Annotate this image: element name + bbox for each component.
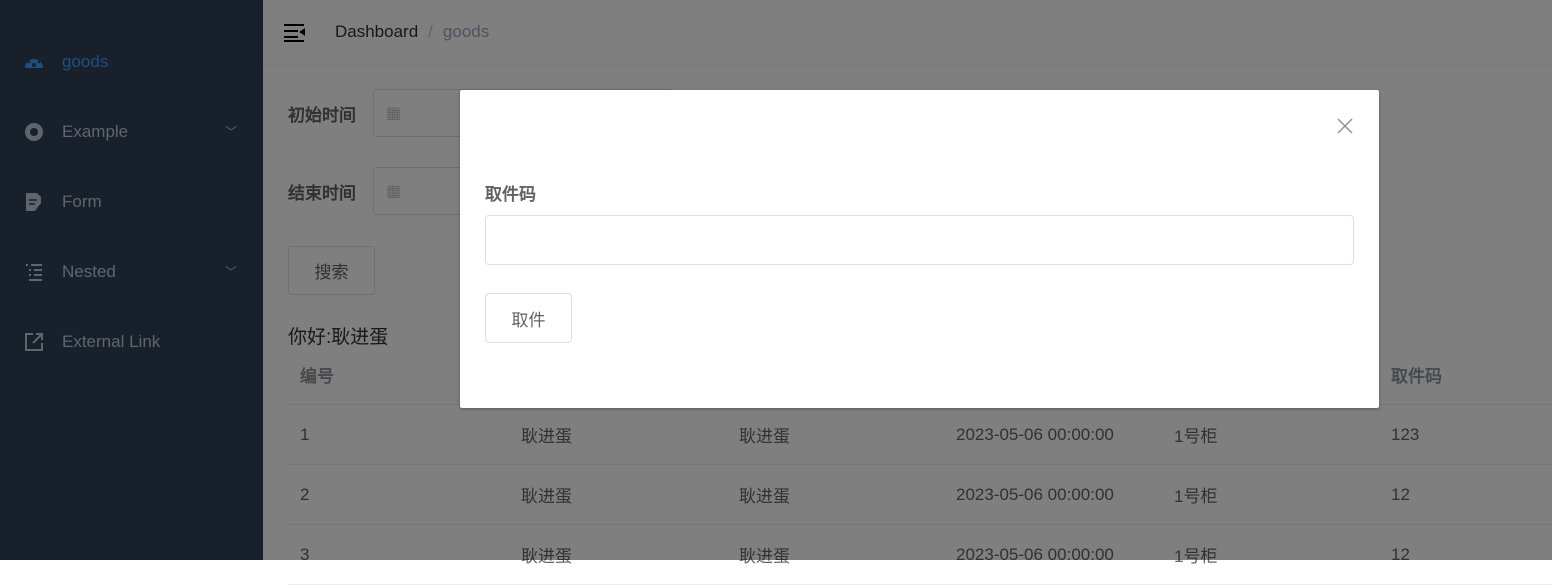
close-icon[interactable] [1335, 116, 1355, 136]
pickup-code-input[interactable] [485, 215, 1354, 265]
pickup-button[interactable]: 取件 [485, 293, 572, 343]
pickup-dialog: 取件码 取件 [460, 90, 1379, 408]
pickup-code-label: 取件码 [485, 185, 536, 204]
